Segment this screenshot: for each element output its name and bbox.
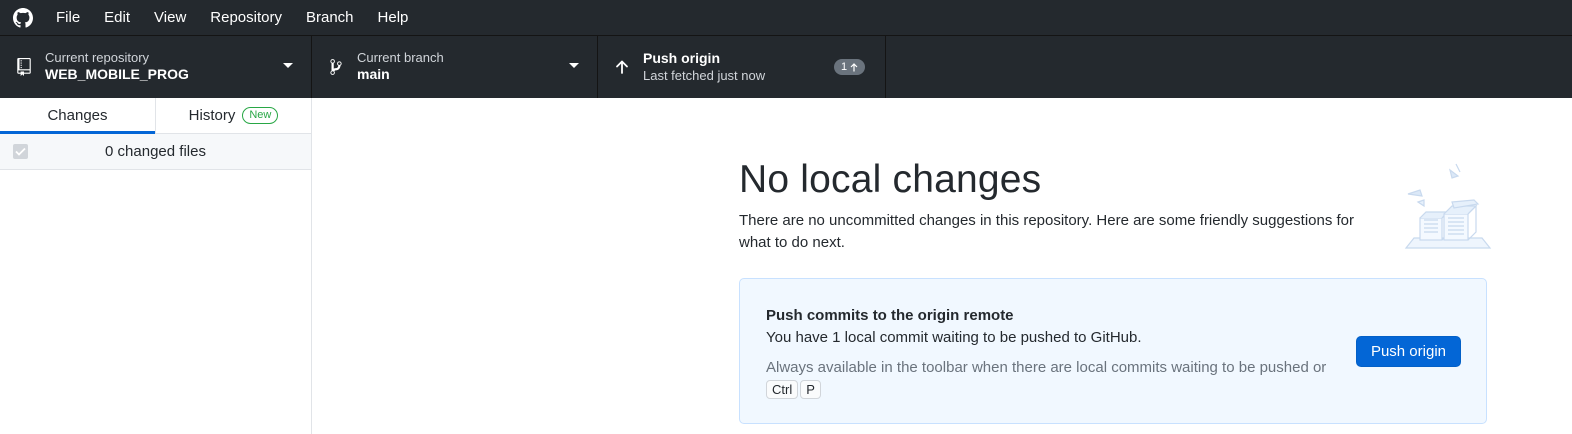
menu-view[interactable]: View — [142, 0, 198, 35]
intro-text: There are no uncommitted changes in this… — [739, 212, 1355, 251]
menu-branch[interactable]: Branch — [294, 0, 366, 35]
push-origin-button[interactable]: Push origin Last fetched just now 1 — [598, 36, 886, 98]
repository-description: Current repository — [45, 50, 150, 66]
card-hint-text: Always available in the toolbar when the… — [766, 359, 1327, 376]
branch-description: Current branch — [357, 50, 444, 66]
shortcut-key-ctrl: Ctrl — [766, 380, 799, 399]
push-text: Push origin Last fetched just now — [643, 50, 765, 84]
branch-name: main — [357, 66, 390, 83]
github-logo-icon[interactable] — [0, 0, 44, 35]
card-description: You have 1 local commit waiting to be pu… — [766, 329, 1142, 346]
new-badge: New — [242, 107, 279, 124]
changed-files-count: 0 changed files — [105, 143, 206, 160]
main-content: No local changes There are no uncommitte… — [312, 98, 1572, 434]
ahead-count: 1 — [841, 61, 848, 73]
repo-icon — [14, 57, 34, 77]
sidebar-tabs: Changes History New — [0, 98, 311, 134]
ahead-count-badge: 1 — [834, 59, 866, 75]
repository-text: Current repository WEB_MOBILE_PROG — [45, 50, 189, 84]
push-description: Last fetched just now — [643, 67, 766, 83]
paper-stack-illustration-icon — [1404, 163, 1492, 249]
shortcut-key-p: P — [800, 380, 821, 399]
chevron-down-icon — [283, 63, 293, 68]
git-branch-icon — [326, 57, 346, 77]
page-title: No local changes — [739, 158, 1042, 201]
card-title: Push commits to the origin remote — [766, 307, 1014, 324]
repository-name: WEB_MOBILE_PROG — [45, 66, 189, 83]
push-suggestion-card: Push commits to the origin remote You ha… — [739, 278, 1487, 424]
select-all-checkbox[interactable] — [13, 144, 28, 159]
menu-bar: File Edit View Repository Branch Help — [0, 0, 1572, 35]
menu-edit[interactable]: Edit — [92, 0, 142, 35]
menu-help[interactable]: Help — [366, 0, 421, 35]
branch-text: Current branch main — [357, 50, 444, 84]
tab-history[interactable]: History New — [155, 98, 311, 133]
chevron-down-icon — [569, 63, 579, 68]
sidebar: Changes History New 0 changed files — [0, 98, 312, 434]
checkmark-icon — [15, 147, 26, 156]
current-repository-button[interactable]: Current repository WEB_MOBILE_PROG — [0, 36, 312, 98]
arrow-up-icon — [850, 62, 858, 71]
current-branch-button[interactable]: Current branch main — [312, 36, 598, 98]
push-origin-card-button[interactable]: Push origin — [1355, 336, 1461, 367]
tab-changes[interactable]: Changes — [0, 98, 155, 134]
menu-repository[interactable]: Repository — [198, 0, 294, 35]
tab-changes-label: Changes — [47, 107, 108, 124]
menu-file[interactable]: File — [44, 0, 92, 35]
changes-list-header: 0 changed files — [0, 134, 311, 170]
push-title: Push origin — [643, 50, 720, 67]
tab-history-label: History — [188, 107, 236, 124]
toolbar: Current repository WEB_MOBILE_PROG Curre… — [0, 35, 1572, 98]
arrow-up-icon — [612, 57, 632, 77]
card-hint: Always available in the toolbar when the… — [766, 357, 1346, 401]
